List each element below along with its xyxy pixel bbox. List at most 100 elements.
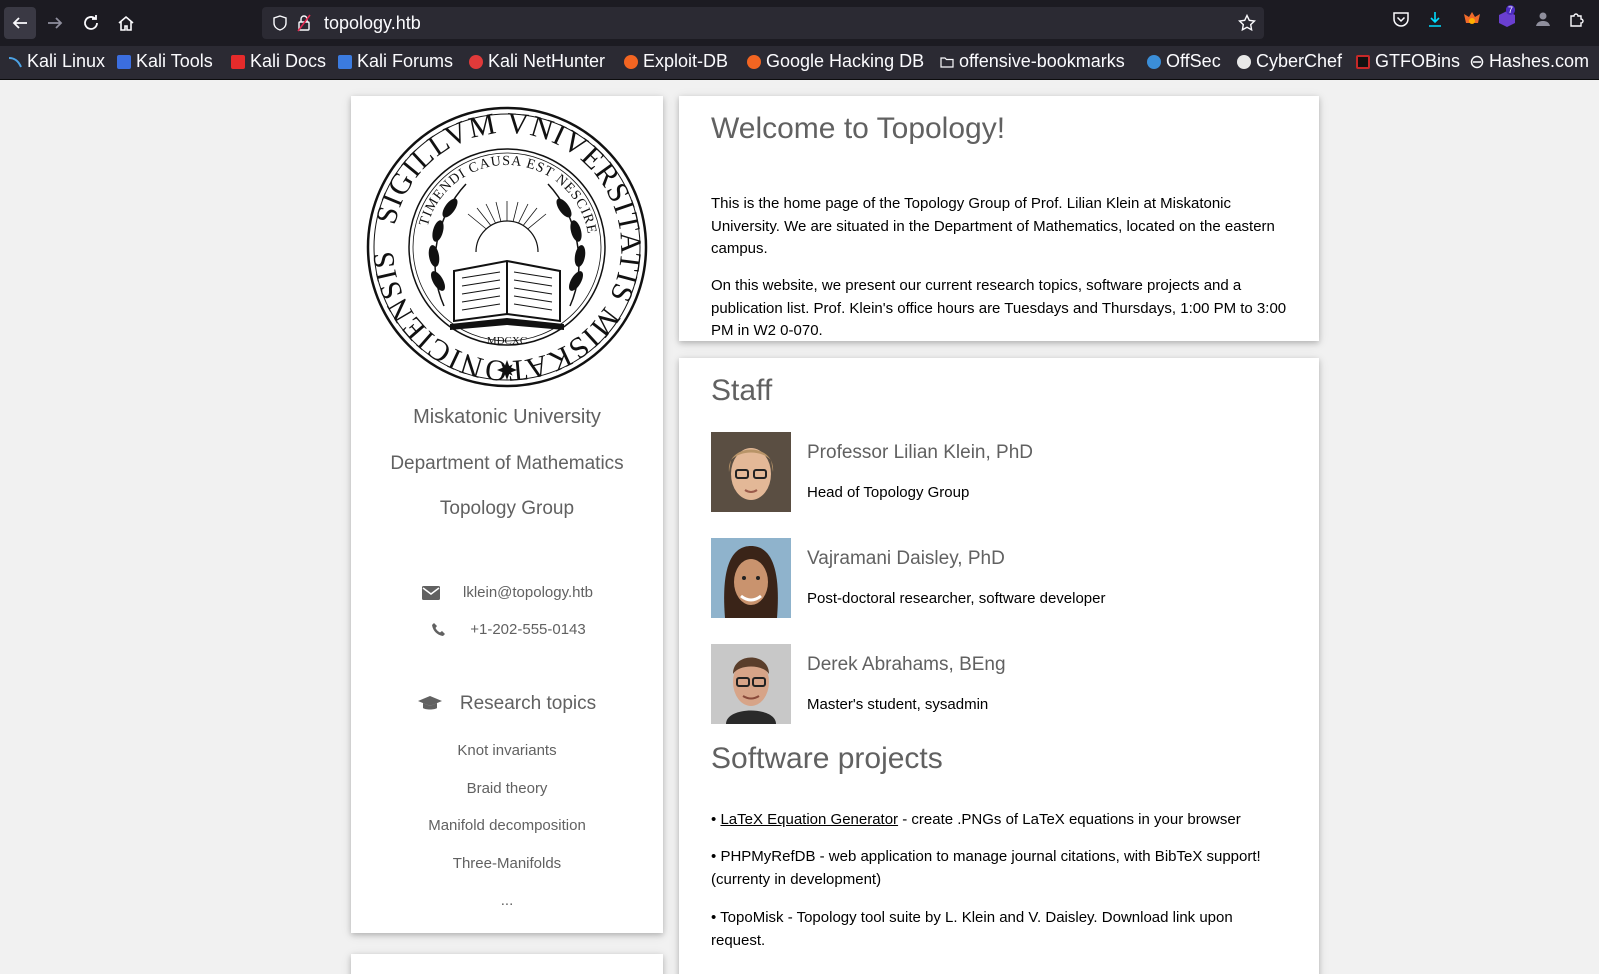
bookmark-label: Kali Forums: [357, 51, 454, 71]
bookmark-kali-nethunter[interactable]: Kali NetHunter: [469, 51, 605, 72]
group-name: Topology Group: [439, 498, 575, 519]
bookmark-kali-tools[interactable]: Kali Tools: [117, 51, 213, 72]
bookmark-label: Kali Tools: [136, 51, 213, 71]
staff-role: Master's student, sysadmin: [807, 696, 989, 713]
staff-photo-abrahams: [711, 644, 791, 724]
bookmark-kali-docs[interactable]: Kali Docs: [231, 51, 326, 72]
staff-role: Head of Topology Group: [807, 484, 970, 501]
bookmark-cyberchef[interactable]: CyberChef: [1237, 51, 1342, 72]
pocket-icon[interactable]: [1392, 10, 1410, 28]
offsec-icon: [1147, 54, 1161, 69]
sidebar-card: SIGILLVM VNIVERSITATIS MISKATONICIENSIS …: [351, 96, 663, 933]
staff-card: Staff Professor Lilian Klein, PhD Head o…: [679, 358, 1319, 974]
person-photo-icon: [711, 538, 791, 618]
staff-name: Professor Lilian Klein, PhD: [807, 442, 1033, 463]
university-name: Miskatonic University: [413, 406, 601, 428]
welcome-title: Welcome to Topology!: [711, 112, 1006, 145]
phone-text: +1-202-555-0143: [470, 621, 586, 638]
bookmark-label: offensive-bookmarks: [959, 51, 1125, 71]
reload-button[interactable]: [75, 7, 107, 39]
staff-photo-daisley: [711, 538, 791, 618]
bookmark-kali-linux[interactable]: Kali Linux: [8, 51, 105, 72]
kali-forums-icon: [338, 54, 352, 69]
bookmark-label: Google Hacking DB: [766, 51, 925, 71]
ghdb-icon: [747, 54, 761, 69]
phone-row: +1-202-555-0143: [351, 621, 663, 638]
reload-icon: [84, 15, 98, 30]
envelope-icon: [421, 585, 441, 600]
research-topic-item: Braid theory: [466, 780, 548, 797]
extension-badge-count: 7: [1506, 5, 1516, 15]
email-row: lklein@topology.htb: [351, 584, 663, 601]
account-icon[interactable]: [1534, 10, 1552, 28]
research-topic-item: Manifold decomposition: [428, 817, 586, 834]
bookmark-hashes[interactable]: Hashes.com: [1470, 51, 1589, 72]
email-text[interactable]: lklein@topology.htb: [463, 584, 593, 601]
project-description: - create .PNGs of LaTeX equations in you…: [898, 811, 1241, 828]
staff-role: Post-doctoral researcher, software devel…: [807, 590, 1106, 607]
staff-photo-klein: [711, 432, 791, 512]
extensions-puzzle-icon[interactable]: [1568, 10, 1586, 28]
bookmark-label: Kali NetHunter: [488, 51, 606, 71]
download-icon[interactable]: [1426, 10, 1444, 28]
project-description: TopoMisk - Topology tool suite by L. Kle…: [711, 909, 1233, 949]
bookmarks-toolbar: Kali Linux Kali Tools Kali Docs Kali For…: [0, 46, 1599, 80]
bullet: •: [711, 848, 717, 865]
extension-badge[interactable]: 7: [1497, 5, 1519, 30]
department-name: Department of Mathematics: [390, 453, 624, 474]
foxyproxy-icon[interactable]: [1462, 10, 1482, 28]
research-topic-item: ...: [500, 892, 514, 909]
latex-generator-link[interactable]: LaTeX Equation Generator: [720, 811, 898, 828]
research-topic-item: Three-Manifolds: [452, 855, 562, 872]
back-arrow-icon: [12, 17, 27, 29]
project-item: • LaTeX Equation Generator - create .PNG…: [711, 808, 1291, 831]
welcome-paragraph-2: On this website, we present our current …: [711, 277, 1287, 339]
phone-icon: [428, 622, 448, 637]
staff-name: Vajramani Daisley, PhD: [807, 548, 1005, 569]
kali-icon: [8, 56, 22, 67]
lock-icon[interactable]: [297, 14, 311, 32]
folder-icon: [940, 56, 954, 68]
person-photo-icon: [711, 432, 791, 512]
research-topics-label: Research topics: [459, 693, 597, 714]
browser-toolbar: topology.htb 7: [0, 0, 1599, 46]
nethunter-icon: [469, 54, 483, 69]
bookmark-kali-forums[interactable]: Kali Forums: [338, 51, 453, 72]
project-item: • PHPMyRefDB - web application to manage…: [711, 845, 1291, 891]
tracking-shield-icon[interactable]: [272, 15, 288, 31]
url-text[interactable]: topology.htb: [324, 13, 421, 34]
bookmark-gtfobins[interactable]: GTFOBins: [1356, 51, 1460, 72]
forward-button[interactable]: [39, 7, 71, 39]
project-item: • TopoMisk - Topology tool suite by L. K…: [711, 906, 1291, 952]
project-description: PHPMyRefDB - web application to manage j…: [711, 848, 1261, 888]
forward-arrow-icon: [48, 17, 63, 29]
bookmark-label: GTFOBins: [1375, 51, 1461, 71]
bookmark-label: Hashes.com: [1489, 51, 1590, 71]
kali-tools-icon: [117, 54, 131, 69]
home-button[interactable]: [110, 7, 142, 39]
bookmark-label: CyberChef: [1256, 51, 1343, 71]
back-button[interactable]: [4, 7, 36, 39]
bookmark-folder-offensive[interactable]: offensive-bookmarks: [940, 51, 1125, 72]
kali-docs-icon: [231, 54, 245, 69]
welcome-paragraph-1: This is the home page of the Topology Gr…: [711, 195, 1275, 257]
research-topics-heading: Research topics: [351, 693, 663, 715]
bookmark-exploit-db[interactable]: Exploit-DB: [624, 51, 728, 72]
svg-text:MDCXC: MDCXC: [487, 335, 527, 347]
bookmark-label: Kali Linux: [27, 51, 106, 71]
address-bar[interactable]: topology.htb: [262, 7, 1264, 39]
staff-title: Staff: [711, 374, 773, 407]
hashes-icon: [1470, 55, 1484, 68]
welcome-card: Welcome to Topology! This is the home pa…: [679, 96, 1319, 341]
research-topic-item: Knot invariants: [457, 742, 557, 759]
page-content: SIGILLVM VNIVERSITATIS MISKATONICIENSIS …: [0, 80, 1599, 974]
bookmark-label: Exploit-DB: [643, 51, 729, 71]
bookmark-offsec[interactable]: OffSec: [1147, 51, 1221, 72]
bullet: •: [711, 909, 717, 926]
bookmark-star-icon[interactable]: [1238, 14, 1256, 32]
bookmark-google-hacking-db[interactable]: Google Hacking DB: [747, 51, 924, 72]
bookmark-label: OffSec: [1166, 51, 1221, 71]
graduation-cap-icon: [417, 696, 442, 712]
person-photo-icon: [711, 644, 791, 724]
bullet: •: [711, 811, 717, 828]
